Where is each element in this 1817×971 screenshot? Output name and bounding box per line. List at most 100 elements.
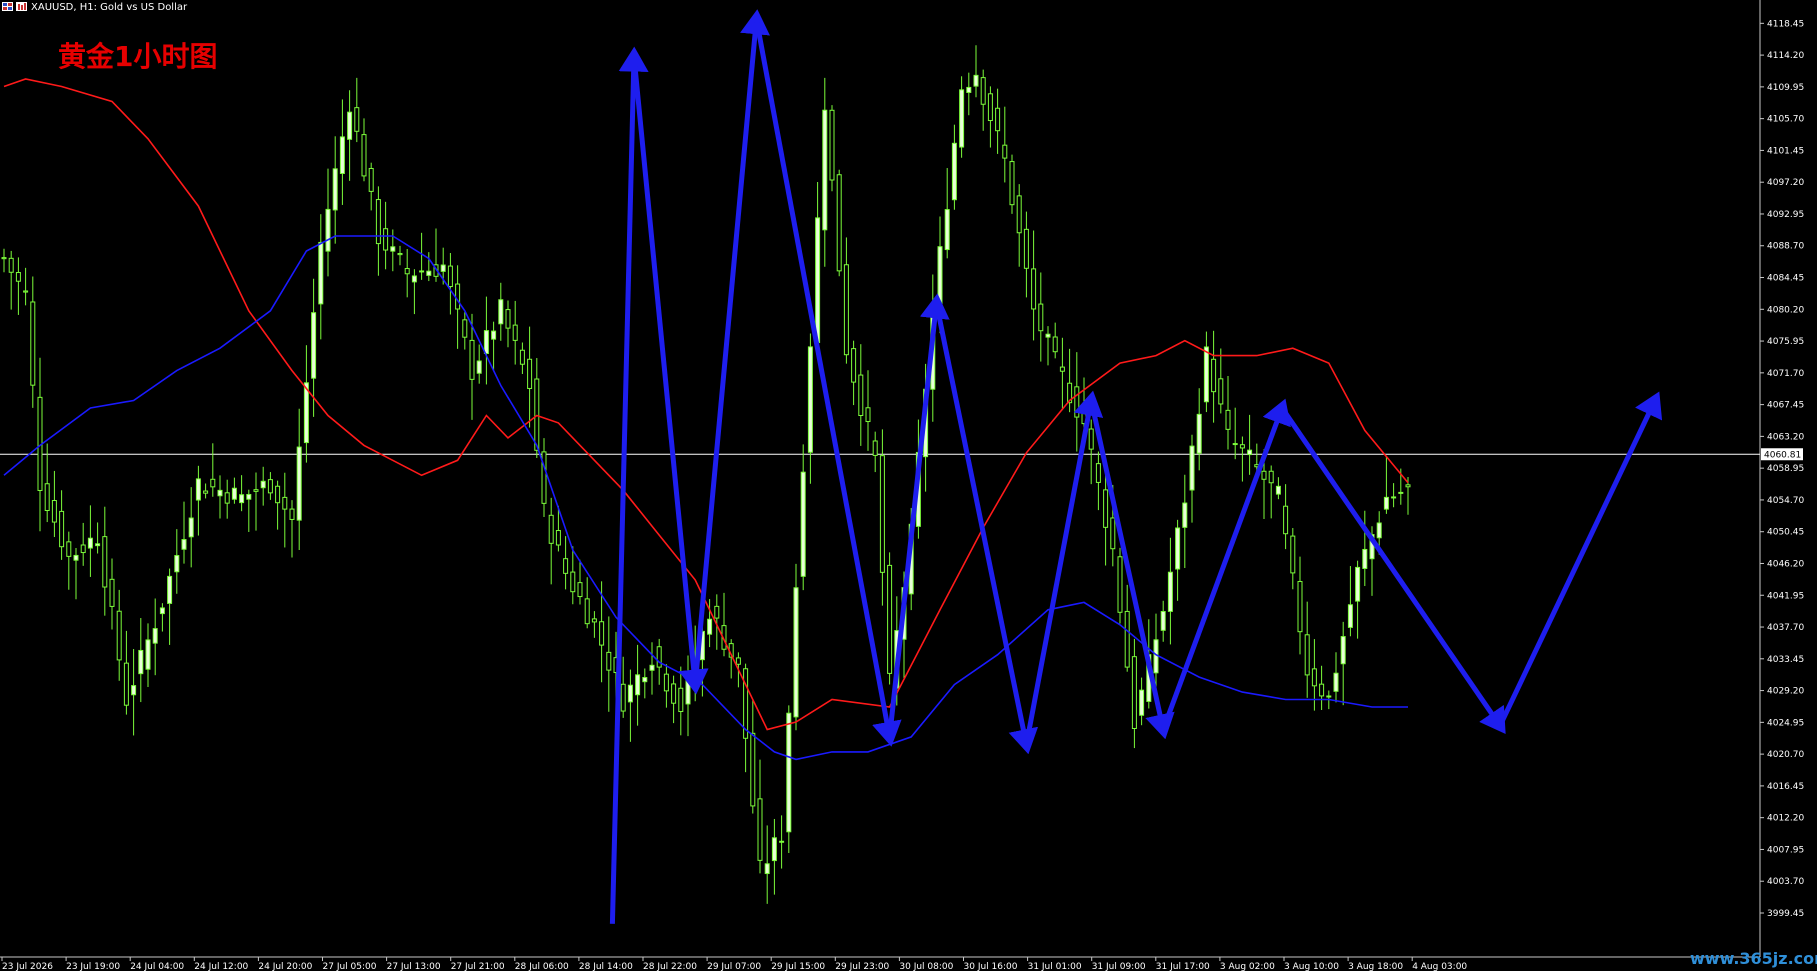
chart[interactable]: XAUUSD, H1: Gold vs US Dollar 黄金1小时图 411… <box>0 0 1817 971</box>
candle-body <box>771 837 777 862</box>
candle-body <box>1297 581 1303 633</box>
candle-body <box>390 246 396 252</box>
y-tick-label: 4101.45 <box>1767 146 1804 156</box>
candle-body <box>203 490 209 494</box>
y-tick-label: 4058.95 <box>1767 464 1804 474</box>
candle-body <box>217 489 223 497</box>
candle-body <box>555 530 561 546</box>
candle-body <box>987 93 993 122</box>
candle-body <box>404 268 410 275</box>
x-tick-label: 27 Jul 05:00 <box>323 962 377 971</box>
x-tick-label: 24 Jul 12:00 <box>194 962 248 971</box>
candle-body <box>764 863 770 875</box>
current-price-label: 4060.81 <box>1764 450 1801 460</box>
candle-body <box>858 374 864 416</box>
candle-body <box>289 508 295 520</box>
candle-body <box>1261 470 1267 480</box>
candle-body <box>649 664 655 671</box>
candle-body <box>8 257 14 273</box>
candle-body <box>642 677 648 683</box>
candle-body <box>563 558 569 574</box>
candle-body <box>246 493 252 500</box>
candle-body <box>462 319 468 338</box>
y-tick-label: 4046.20 <box>1767 559 1804 569</box>
candle-body <box>663 673 669 692</box>
candle-body <box>1160 611 1166 631</box>
candle-body <box>591 618 597 623</box>
y-tick-label: 4075.95 <box>1767 337 1804 347</box>
candle-body <box>339 136 345 174</box>
candle-body <box>1355 566 1361 602</box>
candle-body <box>1023 228 1029 269</box>
candle-body <box>296 446 302 521</box>
candle-body <box>815 217 821 344</box>
price-axis: 4118.45 4114.20 4109.95 4105.70 4101.45 4097.… <box>1760 19 1804 919</box>
candle-body <box>1239 444 1245 449</box>
y-tick-label: 4109.95 <box>1767 83 1804 93</box>
candle-body <box>1196 413 1202 454</box>
candle-body <box>239 494 245 504</box>
chart-type-icon <box>16 2 27 11</box>
candle-body <box>231 487 237 500</box>
candle-body <box>498 299 504 325</box>
candle-body <box>541 451 547 504</box>
y-tick-label: 4007.95 <box>1767 845 1804 855</box>
y-tick-label: 4016.45 <box>1767 782 1804 792</box>
x-tick-label: 31 Jul 09:00 <box>1092 962 1146 971</box>
candle-body <box>455 283 461 310</box>
candle-body <box>30 301 36 386</box>
candle-body <box>527 358 533 389</box>
x-tick-label: 29 Jul 07:00 <box>707 962 761 971</box>
candle-body <box>635 674 641 696</box>
candle-body <box>944 209 950 251</box>
candle-body <box>937 246 943 307</box>
candle-body <box>959 89 965 148</box>
x-tick-label: 30 Jul 16:00 <box>964 962 1018 971</box>
y-tick-label: 4063.20 <box>1767 432 1804 442</box>
candle-body <box>822 109 828 231</box>
candle-body <box>980 77 986 105</box>
candle-body <box>375 199 381 245</box>
candle-body <box>1218 378 1224 405</box>
candle-body <box>44 483 50 512</box>
candle-body <box>66 541 72 557</box>
candle-body <box>95 543 101 547</box>
candle-body <box>836 174 842 272</box>
y-tick-label: 4041.95 <box>1767 591 1804 601</box>
candle-body <box>224 492 230 504</box>
candle-body <box>1326 695 1332 698</box>
candle-body <box>275 485 281 504</box>
candle-body <box>210 478 216 488</box>
candle-body <box>361 134 367 177</box>
candle-body <box>887 564 893 674</box>
y-tick-label: 4054.70 <box>1767 496 1804 506</box>
candle-body <box>1247 449 1253 456</box>
candle-body <box>15 272 21 282</box>
y-tick-label: 4118.45 <box>1767 19 1804 29</box>
x-tick-label: 3 Aug 18:00 <box>1348 962 1403 971</box>
candle-body <box>807 346 813 453</box>
candle-body <box>656 646 662 668</box>
candle-body <box>1182 502 1188 528</box>
candle-body <box>152 628 158 644</box>
candle-body <box>260 480 266 489</box>
candle-body <box>829 109 835 181</box>
x-tick-label: 31 Jul 17:00 <box>1156 962 1210 971</box>
candle-body <box>1391 496 1397 499</box>
candle-body <box>188 517 194 538</box>
candle-body <box>1203 346 1209 403</box>
candle-body <box>1074 386 1080 418</box>
y-tick-label: 4003.70 <box>1767 877 1804 887</box>
x-tick-label: 28 Jul 06:00 <box>515 962 569 971</box>
y-tick-label: 4080.20 <box>1767 305 1804 315</box>
candle-body <box>476 360 482 374</box>
candle-body <box>253 489 259 492</box>
y-tick-label: 4105.70 <box>1767 115 1804 125</box>
candle-body <box>1175 527 1181 570</box>
candle-body <box>318 241 324 305</box>
candle-body <box>995 107 1001 132</box>
candle-body <box>80 544 86 554</box>
candle-body <box>1275 485 1281 495</box>
candle-body <box>383 228 389 251</box>
x-tick-label: 23 Jul 19:00 <box>66 962 120 971</box>
